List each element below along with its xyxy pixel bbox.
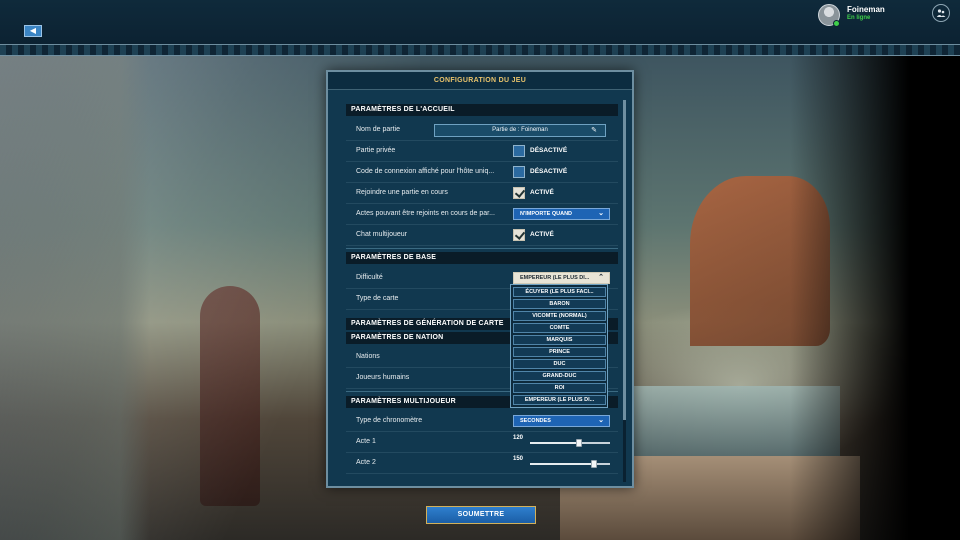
join-in-progress-label: Rejoindre une partie en cours xyxy=(356,189,448,196)
scrollbar-thumb[interactable] xyxy=(623,100,626,420)
difficulty-option[interactable]: DUC xyxy=(513,359,606,369)
human-players-label: Joueurs humains xyxy=(356,374,410,381)
row-act-1: Acte 1 120 xyxy=(346,432,618,453)
chevron-down-icon: ⌄ xyxy=(598,210,604,217)
row-act-2: Acte 2 150 xyxy=(346,453,618,474)
map-type-label: Type de carte xyxy=(356,295,399,302)
difficulty-label: Difficulté xyxy=(356,274,383,281)
host-code-label: Code de connexion affiché pour l'hôte un… xyxy=(356,168,495,175)
chevron-down-icon: ⌄ xyxy=(598,417,604,424)
difficulty-option[interactable]: BARON xyxy=(513,299,606,309)
private-game-value: DÉSACTIVÉ xyxy=(530,147,568,154)
difficulty-option[interactable]: COMTE xyxy=(513,323,606,333)
section-base: PARAMÈTRES DE BASE xyxy=(346,252,618,264)
multiplayer-chat-label: Chat multijoueur xyxy=(356,231,407,238)
game-setup-dialog: CONFIGURATION DU JEU PARAMÈTRES DE L'ACC… xyxy=(326,70,634,488)
act-1-label: Acte 1 xyxy=(356,438,376,445)
section-divider xyxy=(346,248,618,249)
join-in-progress-checkbox[interactable] xyxy=(513,187,525,199)
act-1-slider-thumb[interactable] xyxy=(576,439,582,447)
join-in-progress-value: ACTIVÉ xyxy=(530,189,554,196)
difficulty-option[interactable]: GRAND-DUC xyxy=(513,371,606,381)
difficulty-options-list: ÉCUYER (LE PLUS FACI... BARON VICOMTE (N… xyxy=(510,284,608,408)
private-game-checkbox[interactable] xyxy=(513,145,525,157)
row-private-game: Partie privée DÉSACTIVÉ xyxy=(346,141,618,162)
top-bar-border xyxy=(0,44,960,56)
act-2-label: Acte 2 xyxy=(356,459,376,466)
difficulty-option[interactable]: PRINCE xyxy=(513,347,606,357)
row-multiplayer-chat: Chat multijoueur ACTIVÉ xyxy=(346,225,618,246)
section-lobby: PARAMÈTRES DE L'ACCUEIL xyxy=(346,104,618,116)
difficulty-value: EMPEREUR (LE PLUS DI... xyxy=(520,275,590,281)
online-status-dot xyxy=(833,20,840,27)
act-1-slider-fill xyxy=(530,442,579,444)
act-2-slider[interactable] xyxy=(530,460,610,468)
difficulty-option[interactable]: VICOMTE (NORMAL) xyxy=(513,311,606,321)
game-name-input[interactable]: Partie de : Foineman ✎ xyxy=(434,124,606,137)
top-bar xyxy=(0,0,960,44)
people-icon xyxy=(936,9,946,17)
host-code-checkbox[interactable] xyxy=(513,166,525,178)
act-2-slider-thumb[interactable] xyxy=(591,460,597,468)
act-1-slider[interactable] xyxy=(530,439,610,447)
social-button[interactable] xyxy=(932,4,950,22)
timer-type-dropdown[interactable]: SECONDES ⌄ xyxy=(513,415,610,427)
multiplayer-chat-checkbox[interactable] xyxy=(513,229,525,241)
difficulty-dropdown[interactable]: EMPEREUR (LE PLUS DI... ⌃ xyxy=(513,272,610,284)
act-1-value: 120 xyxy=(513,435,524,441)
back-button[interactable]: ◀ xyxy=(24,25,42,37)
joinable-acts-dropdown[interactable]: N'IMPORTE QUAND ⌄ xyxy=(513,208,610,220)
game-name-label: Nom de partie xyxy=(356,126,400,133)
act-2-slider-fill xyxy=(530,463,594,465)
user-status: En ligne xyxy=(847,15,871,21)
row-join-in-progress: Rejoindre une partie en cours ACTIVÉ xyxy=(346,183,618,204)
row-host-code: Code de connexion affiché pour l'hôte un… xyxy=(346,162,618,183)
arrow-left-icon: ◀ xyxy=(29,26,37,35)
multiplayer-chat-value: ACTIVÉ xyxy=(530,231,554,238)
timer-type-label: Type de chronomètre xyxy=(356,417,423,424)
game-name-value: Partie de : Foineman xyxy=(492,127,548,133)
difficulty-option[interactable]: MARQUIS xyxy=(513,335,606,345)
difficulty-option[interactable]: ROI xyxy=(513,383,606,393)
timer-type-value: SECONDES xyxy=(520,418,551,424)
row-game-name: Nom de partie Partie de : Foineman ✎ xyxy=(346,120,618,141)
act-2-value: 150 xyxy=(513,456,524,462)
submit-button[interactable]: SOUMETTRE xyxy=(426,506,536,524)
row-joinable-acts: Actes pouvant être rejoints en cours de … xyxy=(346,204,618,225)
pencil-icon: ✎ xyxy=(591,127,597,134)
username: Foineman xyxy=(847,5,885,14)
chevron-up-icon: ⌃ xyxy=(598,274,604,281)
host-code-value: DÉSACTIVÉ xyxy=(530,168,568,175)
difficulty-option[interactable]: ÉCUYER (LE PLUS FACI... xyxy=(513,287,606,297)
joinable-acts-value: N'IMPORTE QUAND xyxy=(520,211,573,217)
private-game-label: Partie privée xyxy=(356,147,396,154)
joinable-acts-label: Actes pouvant être rejoints en cours de … xyxy=(356,210,495,217)
background-shadow xyxy=(790,56,960,540)
nations-label: Nations xyxy=(356,353,380,360)
difficulty-option[interactable]: EMPEREUR (LE PLUS DI... xyxy=(513,395,606,405)
dialog-title: CONFIGURATION DU JEU xyxy=(328,72,632,90)
row-timer-type: Type de chronomètre SECONDES ⌄ xyxy=(346,411,618,432)
